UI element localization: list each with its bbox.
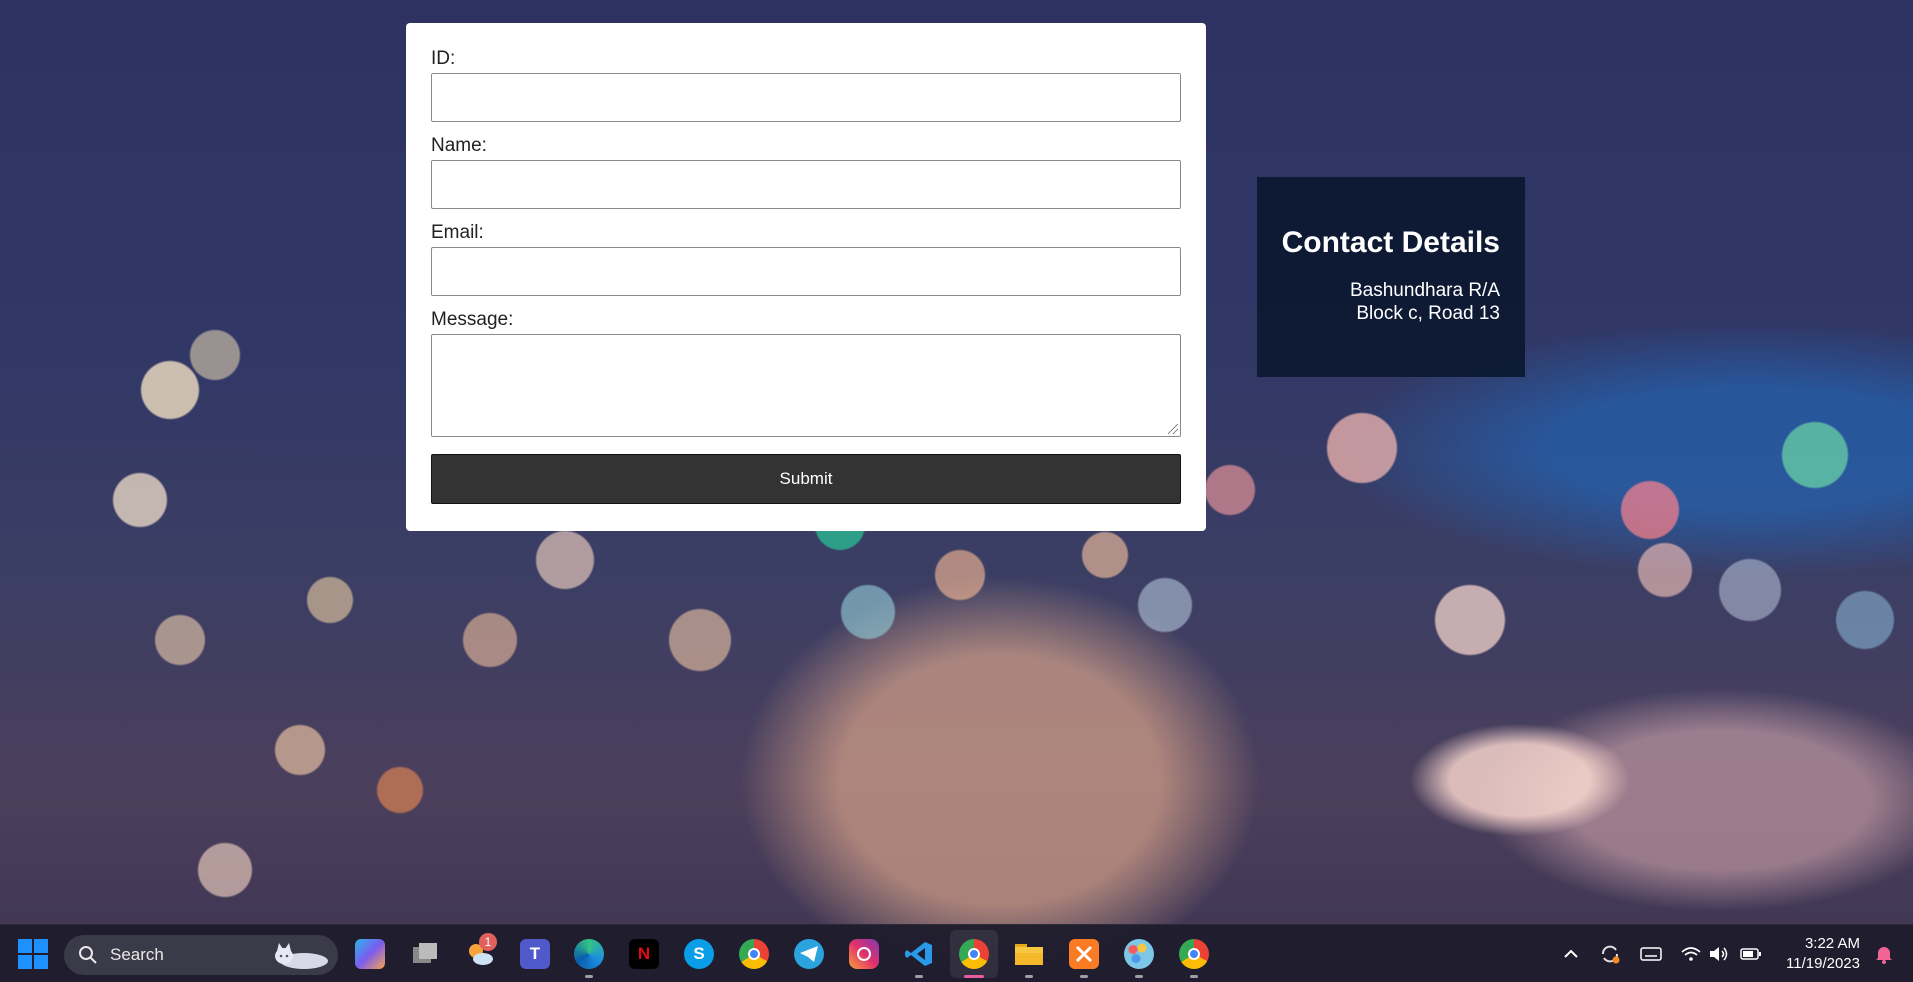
file-explorer-icon[interactable] <box>1014 939 1044 969</box>
wifi-icon[interactable] <box>1680 943 1702 965</box>
chevron-up-icon[interactable] <box>1560 943 1582 965</box>
paint-icon[interactable] <box>1124 939 1154 969</box>
edge-running-indicator <box>585 975 593 978</box>
address-line-1: Bashundhara R/A <box>1350 280 1500 301</box>
xampp-running-indicator <box>1080 975 1088 978</box>
chrome-icon[interactable] <box>739 939 769 969</box>
contact-title: Contact Details <box>1281 226 1500 259</box>
email-label: Email: <box>431 222 484 243</box>
instagram-icon[interactable] <box>849 939 879 969</box>
vscode-running-indicator <box>915 975 923 978</box>
name-input[interactable] <box>431 160 1181 209</box>
vscode-icon[interactable] <box>904 939 934 969</box>
search-label: Search <box>110 945 164 964</box>
submit-button[interactable]: Submit <box>431 454 1181 504</box>
keyboard-icon[interactable] <box>1640 943 1662 965</box>
chrome2-running-indicator <box>1190 975 1198 978</box>
id-input[interactable] <box>431 73 1181 122</box>
volume-icon[interactable] <box>1708 943 1730 965</box>
notification-bell-icon[interactable] <box>1873 943 1895 965</box>
teams-icon[interactable]: T <box>520 939 550 969</box>
address-line-2: Block c, Road 13 <box>1356 303 1500 324</box>
battery-icon[interactable] <box>1740 943 1762 965</box>
explorer-running-indicator <box>1025 975 1033 978</box>
search-icon <box>79 946 97 964</box>
email-input[interactable] <box>431 247 1181 296</box>
clock-date: 11/19/2023 <box>1786 955 1860 972</box>
clock-time: 3:22 AM <box>1804 935 1860 952</box>
name-label: Name: <box>431 135 487 156</box>
contact-details-card: Contact Details Bashundhara R/A Block c,… <box>1257 177 1525 377</box>
skype-icon[interactable]: S <box>684 939 714 969</box>
task-view-icon[interactable] <box>410 939 440 969</box>
chrome-profile-icon[interactable] <box>959 939 989 969</box>
chrome-active-indicator <box>964 975 984 978</box>
paint-running-indicator <box>1135 975 1143 978</box>
message-textarea[interactable] <box>431 334 1181 437</box>
message-label: Message: <box>431 309 514 330</box>
contact-form: ID: Name: Email: Message: Submit <box>406 23 1206 531</box>
sync-icon[interactable] <box>1599 943 1621 965</box>
taskbar: Search 1 T N S 3:22 AM 11/19/2023 <box>0 924 1913 982</box>
taskbar-search[interactable]: Search <box>64 935 338 975</box>
telegram-icon[interactable] <box>794 939 824 969</box>
edge-icon[interactable] <box>574 939 604 969</box>
start-button[interactable] <box>15 936 51 972</box>
copilot-icon[interactable] <box>355 939 385 969</box>
weather-badge: 1 <box>479 933 497 951</box>
system-clock[interactable]: 3:22 AM 11/19/2023 <box>1786 934 1860 974</box>
cat-illustration-icon <box>275 943 328 969</box>
resize-handle-icon[interactable] <box>1168 424 1178 434</box>
xampp-icon[interactable] <box>1069 939 1099 969</box>
id-label: ID: <box>431 48 456 69</box>
chrome-profile-2-icon[interactable] <box>1179 939 1209 969</box>
netflix-icon[interactable]: N <box>629 939 659 969</box>
